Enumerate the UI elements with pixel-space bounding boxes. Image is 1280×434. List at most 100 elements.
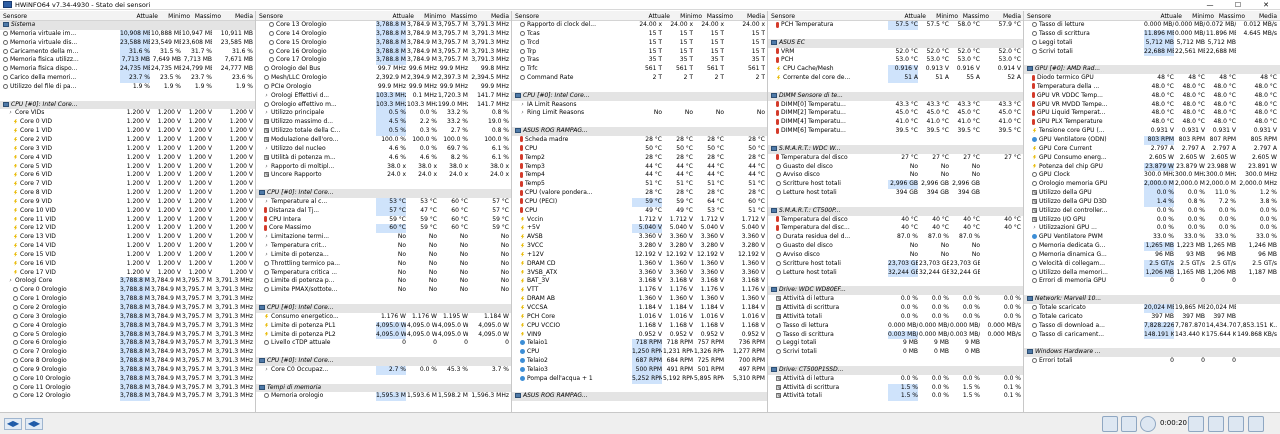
- sensor-row[interactable]: Memoria dedicata G... 1,265 MB 1,223 MB 1,2…: [1024, 242, 1280, 251]
- sensor-row[interactable]: › Rapporto di moltipl... 38.0 x 38.0 x 38.0 …: [256, 163, 511, 172]
- sensor-row[interactable]: DIMM[4] Temperatu... 41.0 °C 41.0 °C 41.0 °…: [768, 118, 1023, 127]
- sensor-row[interactable]: Tasso di download a...7,828.226 K...7,78…: [1024, 321, 1280, 331]
- sensor-row[interactable]: PCH Temperatura 57.5 °C 57.5 °C 58.0 °C 57.9…: [768, 21, 1023, 30]
- sensor-row[interactable]: Core 0 VID 1.200 V 1.200 V 1.200 V 1.200 V: [0, 118, 255, 127]
- sensor-row[interactable]: Core 13 VID 1.200 V 1.200 V 1.200 V 1.200 V: [0, 233, 255, 242]
- sensor-row[interactable]: Tasso di scrittura0.003 MB/s0.000 MB/s0.…: [768, 330, 1023, 340]
- sensor-row[interactable]: Carico della memori... 23.7 % 23.5 % 23.7 %…: [0, 74, 255, 83]
- header-sensor[interactable]: Sensore: [3, 13, 103, 20]
- sensor-group-header[interactable]: CPU [#0]: Intel Core...: [512, 91, 767, 101]
- sensor-row[interactable]: Core 8 VID 1.200 V 1.200 V 1.200 V 1.200 V: [0, 189, 255, 198]
- sensor-row[interactable]: Rapporto di clock del... 24.00 x 24.00 x 24…: [512, 21, 767, 30]
- sensor-row[interactable]: Core 12 VID 1.200 V 1.200 V 1.200 V 1.200 V: [0, 224, 255, 233]
- sensor-row[interactable]: CPU (valore pondera... 28 °C 28 °C 28 °C 28 …: [512, 189, 767, 198]
- sensor-row[interactable]: › Limite di potenza... No No No No: [256, 251, 511, 260]
- sensor-row[interactable]: Temp2 28 °C 28 °C 28 °C 28 °C: [512, 154, 767, 163]
- sensor-row[interactable]: Limite di potenza PL2 4,095.0 W 4,095.0 W4…: [256, 330, 511, 340]
- sensor-row[interactable]: Core 15 VID 1.200 V 1.200 V 1.200 V 1.200 V: [0, 251, 255, 260]
- sensor-row[interactable]: › IA Limit Reasons: [512, 101, 767, 110]
- sensor-group-header[interactable]: Tempi di memoria: [256, 383, 511, 393]
- sensor-row[interactable]: PCH 53.0 °C 53.0 °C 53.0 °C 53.0 °C: [768, 56, 1023, 65]
- sensor-row[interactable]: Core 3 Orologio3,788.8 MHz3,784.9 MHz3,7…: [0, 312, 255, 322]
- sensor-row[interactable]: % Modulazione dell'oro... 100.0 % 100.0 % 10…: [256, 136, 511, 145]
- sensor-row[interactable]: Core 16 Orologio3,788.8 MHz3,784.9 MHz3,…: [256, 47, 511, 57]
- sensor-row[interactable]: Core 6 Orologio3,788.8 MHz3,784.9 MHz3,7…: [0, 339, 255, 349]
- sensor-group-header[interactable]: ASUS ROG RAMPAG...: [512, 392, 767, 402]
- sensor-row[interactable]: Temp4 44 °C 44 °C 44 °C 44 °C: [512, 171, 767, 180]
- sensor-row[interactable]: Core 7 Orologio3,788.8 MHz3,784.9 MHz3,7…: [0, 348, 255, 358]
- sensor-row[interactable]: Orologio effettivo m... 103.3 MHz 103.3 MH…: [256, 100, 511, 110]
- sensor-row[interactable]: Totale scaricato 20,024 MB 19,865 MB 20,024…: [1024, 304, 1280, 313]
- sensor-row[interactable]: Core 14 VID 1.200 V 1.200 V 1.200 V 1.200 V: [0, 242, 255, 251]
- sensor-row[interactable]: % Attività di scrittura 1.5 % 0.0 % 1.5 % 0.1…: [768, 383, 1023, 393]
- header-avg[interactable]: Media: [1237, 13, 1277, 20]
- sensor-row[interactable]: Caricamento della m... 31.6 % 31.5 % 31.7 %…: [0, 47, 255, 57]
- sensor-group-header[interactable]: CPU [#0]: Intel Core...: [0, 100, 255, 110]
- sensor-group-header[interactable]: Sistema: [0, 21, 255, 30]
- sensor-row[interactable]: Core 8 Orologio3,788.8 MHz3,784.9 MHz3,7…: [0, 357, 255, 366]
- sensor-group-header[interactable]: CPU [#0]: Intel Core...: [256, 304, 511, 313]
- settings-icon[interactable]: [1228, 416, 1244, 432]
- sensor-row[interactable]: Core 9 Orologio3,788.8 MHz3,784.9 MHz3,7…: [0, 365, 255, 375]
- sensor-row[interactable]: VIN9 0.952 V 0.952 V 0.952 V 0.952 V: [512, 331, 767, 340]
- sensor-row[interactable]: Telaio1 718 RPM 718 RPM 757 RPM 736 RPM: [512, 339, 767, 349]
- sensor-column-5[interactable]: Sensore Attuale Minimo Massimo Media Tasso di…: [1024, 11, 1280, 412]
- sensor-row[interactable]: CPU 1,250 RPM 1,231 RPM 1,326 RPM 1,277 RPM: [512, 348, 767, 358]
- sensor-group-header[interactable]: ASUS EC: [768, 38, 1023, 48]
- sensor-row[interactable]: Core 1 Orologio3,788.8 MHz3,784.9 MHz3,7…: [0, 295, 255, 304]
- sensor-row[interactable]: Tras 35 T 35 T 35 T 35 T: [512, 56, 767, 65]
- sensor-row[interactable]: DIMM[0] Temperatu... 43.3 °C 43.3 °C 43.3 °…: [768, 101, 1023, 110]
- sensor-row[interactable]: Utilizzo del file di pa... 1.9 % 1.9 % 1.9 …: [0, 83, 255, 92]
- sensor-row[interactable]: Command Rate 2 T2 T2 T2 T: [512, 74, 767, 83]
- sensor-row[interactable]: GPU Ventilatore (ODN) 803 RPM 803 RPM 807 R…: [1024, 135, 1280, 145]
- sensor-group-header[interactable]: CPU [#0]: Intel Core...: [256, 357, 511, 366]
- sensor-row[interactable]: Velocità di collegam... 2.5 GT/s 2.5 GT/s 2…: [1024, 259, 1280, 269]
- sensor-row[interactable]: % Utilizzo del controller... 0.0 % 0.0 % 0.0…: [1024, 207, 1280, 216]
- sensor-row[interactable]: CPU (PECI) 59 °C 59 °C 64 °C 60 °C: [512, 197, 767, 207]
- sensor-group-header[interactable]: GPU [#0]: AMD Rad...: [1024, 65, 1280, 75]
- sensor-row[interactable]: Limite di potenza p... No No No No: [256, 277, 511, 286]
- nav-back-button[interactable]: ◀▶: [4, 418, 22, 430]
- layout-icon[interactable]: [1188, 416, 1204, 432]
- header-avg[interactable]: Media: [213, 13, 253, 20]
- sensor-row[interactable]: PCIe Orologio 99.9 MHz 99.9 MHz 99.9 MHz 99.…: [256, 83, 511, 92]
- sensor-row[interactable]: % Attività di scrittura 0.0 % 0.0 % 0.0 % 0.0…: [768, 304, 1023, 313]
- sensor-row[interactable]: Throttling termico pa... No No No No: [256, 260, 511, 269]
- sensor-row[interactable]: Core Massimo 60 °C 59 °C 60 °C 59 °C: [256, 224, 511, 234]
- sensor-group-header[interactable]: Network: Marvell 10...: [1024, 295, 1280, 304]
- sensor-row[interactable]: › Core VIDs 1.200 V 1.200 V 1.200 V 1.200 V: [0, 109, 255, 118]
- sensor-row[interactable]: Core 5 VID 1.200 V 1.200 V 1.200 V 1.200 V: [0, 163, 255, 172]
- sensor-row[interactable]: GPU Liquid Temperat... 48.0 °C 48.0 °C 48.0…: [1024, 109, 1280, 118]
- header-sensor[interactable]: Sensore: [1027, 13, 1127, 20]
- sensor-row[interactable]: Guasto del disco No No No: [768, 163, 1023, 172]
- sensor-row[interactable]: Temperatura del disc... 40 °C 40 °C 40 °C 40…: [768, 224, 1023, 233]
- header-avg[interactable]: Media: [725, 13, 765, 20]
- sensor-row[interactable]: Temperatura critica ... No No No No: [256, 269, 511, 278]
- sensor-row[interactable]: Scrivi totali 22,688 MB 22,561 MB 22,688 MB: [1024, 47, 1280, 57]
- sensor-column-2[interactable]: Sensore Attuale Minimo Massimo Media Core 13 …: [256, 11, 512, 412]
- sensor-row[interactable]: Orologio memoria GPU2,000.0 MHz2,000.0 M…: [1024, 180, 1280, 190]
- sensor-group-header[interactable]: DIMM Sensore di te...: [768, 91, 1023, 101]
- sensor-row[interactable]: PCH Core 1.016 V 1.016 V 1.016 V 1.016 V: [512, 313, 767, 322]
- sensor-row[interactable]: DIMM[6] Temperatu... 39.5 °C 39.5 °C 39.5 °…: [768, 127, 1023, 136]
- sensor-row[interactable]: Potenza del chip GPU 23.879 W 23.879 W 23.9…: [1024, 162, 1280, 172]
- maximize-button[interactable]: ☐: [1224, 0, 1252, 10]
- header-sensor[interactable]: Sensore: [771, 13, 871, 20]
- sensor-row[interactable]: GPU Consumo energ... 2.605 W 2.605 W 2.605 …: [1024, 154, 1280, 163]
- sensor-row[interactable]: Temp3 44 °C 44 °C 44 °C 44 °C: [512, 163, 767, 172]
- sensor-row[interactable]: › Temperature al c... 53 °C 53 °C 60 °C 57 °C: [256, 197, 511, 207]
- sensor-row[interactable]: Core 11 VID 1.200 V 1.200 V 1.200 V 1.200 V: [0, 216, 255, 225]
- sensor-row[interactable]: Livello cTDP attuale 0 0 0 0: [256, 339, 511, 348]
- sensor-row[interactable]: +12V 12.192 V 12.192 V 12.192 V 12.192 V: [512, 251, 767, 260]
- sensor-row[interactable]: Leggi totali 5,712 MB 5,712 MB 5,712 MB: [1024, 38, 1280, 48]
- sensor-group-header[interactable]: S.M.A.R.T.: WDC W...: [768, 144, 1023, 154]
- sensor-row[interactable]: Limite PMAX/sottote... No No No No: [256, 286, 511, 295]
- sensor-row[interactable]: Core 4 VID 1.200 V 1.200 V 1.200 V 1.200 V: [0, 154, 255, 163]
- sensor-row[interactable]: Core 14 Orologio3,788.8 MHz3,784.9 MHz3,…: [256, 29, 511, 39]
- sensor-row[interactable]: Avviso disco No No No: [768, 171, 1023, 180]
- sensor-row[interactable]: AVSB 3.360 V 3.360 V 3.360 V 3.360 V: [512, 233, 767, 242]
- sensor-row[interactable]: GPU Core Current 2.797 A 2.797 A 2.797 A 2.7…: [1024, 145, 1280, 154]
- sensor-row[interactable]: Scritture host totali 2,996 GB 2,996 GB 2,9…: [768, 180, 1023, 190]
- sensor-row[interactable]: Errori di memoria GPU 0 0 0: [1024, 277, 1280, 286]
- report-icon[interactable]: [1121, 416, 1137, 432]
